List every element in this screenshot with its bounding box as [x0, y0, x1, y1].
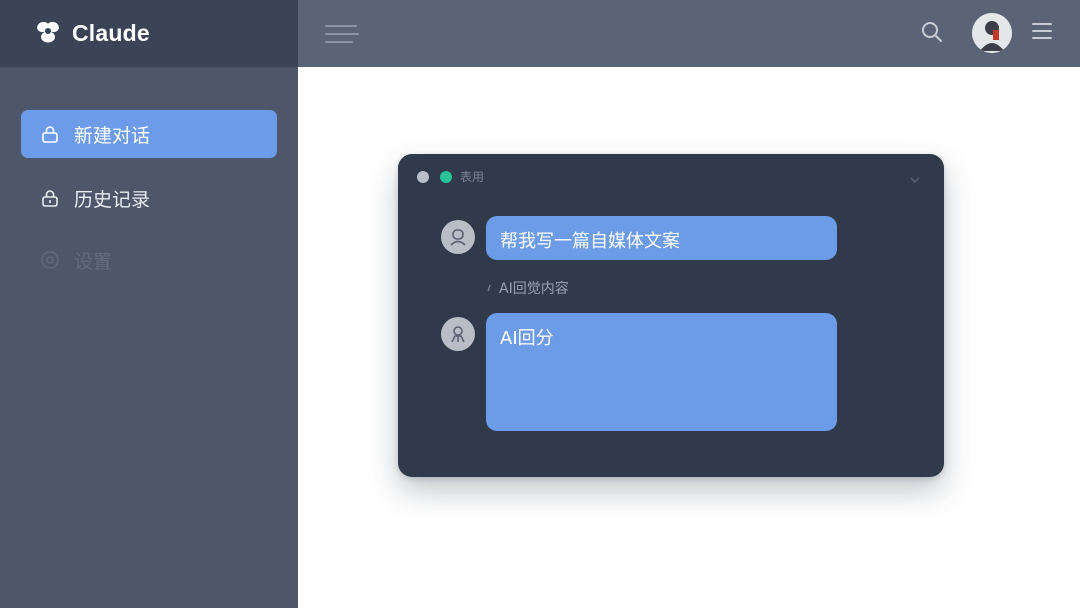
caption-marker-icon — [487, 284, 491, 292]
top-bar — [298, 0, 1080, 67]
sidebar-item-label: 新建对话 — [74, 124, 151, 147]
lock-icon — [39, 123, 61, 145]
brand-name[interactable]: Claude — [72, 20, 150, 47]
ai-message: AI回分 — [486, 313, 837, 431]
menu-icon[interactable] — [1031, 21, 1053, 41]
chevron-down-icon[interactable] — [908, 172, 922, 186]
user-message: 帮我写一篇自媒体文案 — [486, 216, 837, 260]
sidebar-item-new-chat[interactable]: 新建对话 — [21, 110, 277, 158]
sidebar-item-settings[interactable]: 设置 — [21, 236, 277, 284]
sidebar-item-label: 设置 — [74, 250, 113, 273]
sidebar-item-label: 历史记录 — [74, 188, 151, 211]
message-caption: AI回觉内容 — [486, 278, 569, 298]
sidebar-header: Claude — [0, 0, 298, 67]
sidebar-item-history[interactable]: 历史记录 — [21, 174, 277, 222]
window-dot-grey — [417, 171, 429, 183]
chat-window: 表用 帮我写一篇自媒体文案 AI回觉内容 AI回分 — [398, 154, 944, 477]
user-avatar-icon — [441, 220, 475, 254]
window-title: 表用 — [460, 170, 485, 184]
caption-text: AI回觉内容 — [499, 281, 569, 297]
brand-logo-icon — [34, 19, 62, 49]
hamburger-icon[interactable] — [324, 22, 360, 46]
search-icon[interactable] — [920, 20, 944, 44]
settings-icon — [39, 249, 61, 271]
ai-avatar-icon — [441, 317, 475, 351]
lock-icon — [39, 187, 61, 209]
window-dot-green — [440, 171, 452, 183]
avatar[interactable] — [972, 13, 1012, 53]
sidebar: Claude 新建对话 历史记录 设置 — [0, 0, 298, 608]
